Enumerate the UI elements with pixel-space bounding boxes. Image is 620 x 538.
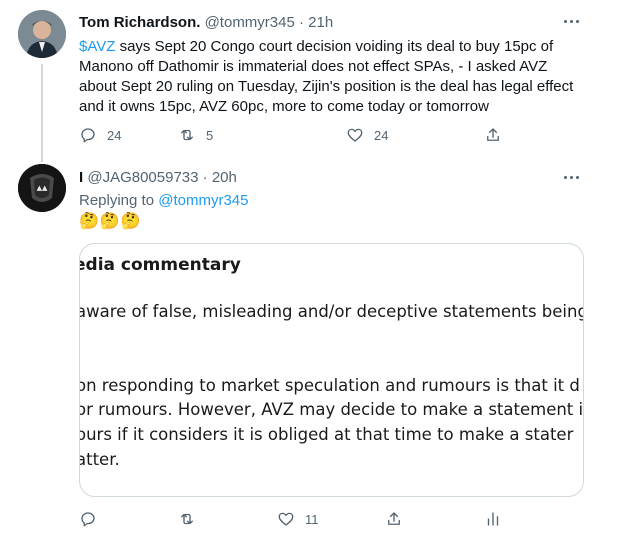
reply-button[interactable]: 24 bbox=[79, 126, 121, 144]
like-button[interactable]: 11 bbox=[277, 510, 319, 528]
analytics-button[interactable] bbox=[484, 510, 502, 528]
author-name[interactable]: I bbox=[79, 169, 83, 186]
media-document-crop: edia commentary aware of false, misleadi… bbox=[80, 244, 583, 496]
more-icon[interactable] bbox=[558, 168, 584, 186]
timestamp[interactable]: 20h bbox=[212, 169, 237, 186]
tweet-actions: 24 5 24 bbox=[79, 126, 519, 146]
avatar-image: ▲▲ bbox=[18, 164, 66, 212]
tweet-emojis: 🤔🤔🤔 bbox=[79, 213, 142, 230]
media-line: on responding to market speculation and … bbox=[79, 376, 580, 395]
avatar-image bbox=[18, 10, 66, 58]
media-line: ours if it considers it is obliged at th… bbox=[79, 425, 574, 444]
share-icon bbox=[388, 512, 400, 525]
like-button[interactable]: 24 bbox=[346, 126, 388, 144]
retweet-count: 5 bbox=[206, 127, 214, 143]
tweet-header: I @JAG80059733 · 20h bbox=[79, 168, 237, 188]
like-icon bbox=[278, 512, 294, 526]
media-image[interactable]: edia commentary aware of false, misleadi… bbox=[79, 243, 584, 497]
tweet-header: Tom Richardson. @tommyr345 · 21h bbox=[79, 13, 333, 33]
reply-count: 24 bbox=[107, 127, 122, 143]
reply-icon bbox=[81, 512, 95, 527]
reply-icon bbox=[81, 128, 95, 143]
tweet[interactable]: Tom Richardson. @tommyr345 · 21h $AVZ sa… bbox=[0, 0, 620, 162]
timestamp[interactable]: 21h bbox=[308, 14, 333, 31]
retweet-button[interactable]: 5 bbox=[178, 126, 213, 144]
replying-prefix: Replying to bbox=[79, 192, 159, 209]
like-count: 24 bbox=[374, 127, 389, 143]
share-button[interactable] bbox=[484, 126, 502, 144]
replying-to: Replying to @tommyr345 bbox=[79, 191, 248, 211]
avatar[interactable] bbox=[18, 10, 66, 58]
svg-text:▲▲: ▲▲ bbox=[37, 184, 48, 192]
avatar[interactable]: ▲▲ bbox=[18, 164, 66, 212]
share-icon bbox=[487, 128, 499, 141]
cashtag-link[interactable]: $AVZ bbox=[79, 38, 115, 55]
tweet-text: $AVZ says Sept 20 Congo court decision v… bbox=[79, 37, 579, 117]
author-name[interactable]: Tom Richardson. bbox=[79, 14, 200, 31]
tweet-actions: 11 bbox=[79, 510, 519, 530]
like-icon bbox=[347, 128, 363, 142]
reply-button[interactable] bbox=[79, 510, 97, 528]
author-handle[interactable]: @tommyr345 bbox=[205, 14, 295, 31]
share-button[interactable] bbox=[385, 510, 403, 528]
retweet-button[interactable] bbox=[178, 510, 196, 528]
analytics-icon bbox=[487, 512, 499, 526]
tweet-text-body: says Sept 20 Congo court decision voidin… bbox=[79, 38, 574, 115]
retweet-icon bbox=[181, 129, 193, 141]
separator: · bbox=[299, 14, 304, 31]
media-line: or rumours. However, AVZ may decide to m… bbox=[79, 400, 584, 419]
more-icon[interactable] bbox=[558, 12, 584, 30]
author-handle[interactable]: @JAG80059733 bbox=[87, 169, 198, 186]
media-title: edia commentary bbox=[79, 255, 241, 275]
replying-handle-link[interactable]: @tommyr345 bbox=[158, 192, 248, 209]
media-line: aware of false, misleading and/or decept… bbox=[79, 302, 584, 321]
retweet-icon bbox=[181, 513, 193, 525]
like-count: 11 bbox=[305, 511, 319, 527]
separator: · bbox=[202, 169, 208, 186]
media-line: atter. bbox=[79, 450, 120, 469]
thread-line bbox=[41, 64, 43, 162]
tweet-reply[interactable]: ▲▲ I @JAG80059733 · 20h Replying to @tom… bbox=[0, 152, 620, 538]
